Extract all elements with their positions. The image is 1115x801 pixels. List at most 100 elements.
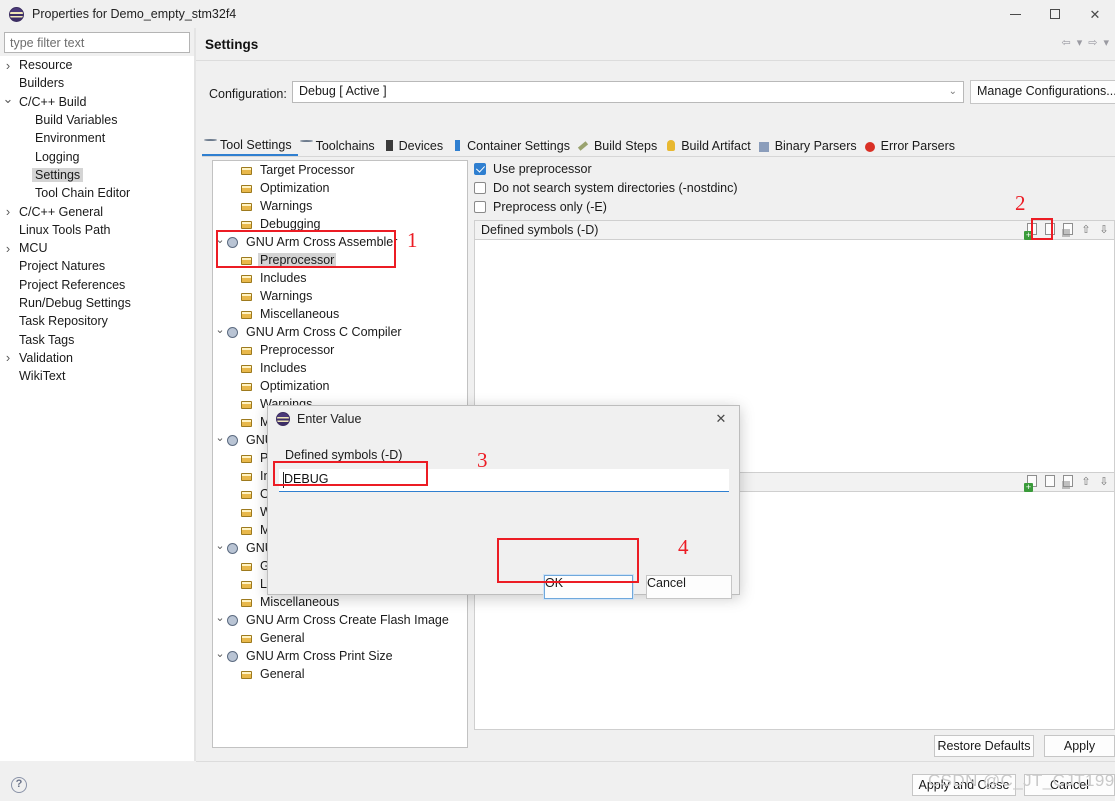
chevron-down-icon[interactable] <box>213 434 227 447</box>
tab-build-artifact[interactable]: Build Artifact <box>663 136 756 156</box>
tool-tree-item[interactable]: GNU Arm Cross Print Size <box>213 647 467 665</box>
chevron-down-icon[interactable] <box>0 94 16 110</box>
sidebar-item-c-c-general[interactable]: C/C++ General <box>0 202 194 220</box>
tool-tree-item[interactable]: Optimization <box>213 377 467 395</box>
sidebar-item-linux-tools-path[interactable]: Linux Tools Path <box>0 221 194 239</box>
checkbox-icon[interactable] <box>474 163 486 175</box>
symbol-list-toolbar: ⇧⇩ <box>1024 475 1111 492</box>
tool-icon <box>227 326 241 339</box>
sidebar-item-c-c-build[interactable]: C/C++ Build <box>0 93 194 111</box>
folder-icon <box>241 182 255 195</box>
chevron-right-icon[interactable] <box>0 241 16 256</box>
sidebar-item-builders[interactable]: Builders <box>0 74 194 92</box>
chevron-right-icon[interactable] <box>0 58 16 73</box>
tool-tree-item[interactable]: Miscellaneous <box>213 305 467 323</box>
add-icon[interactable] <box>1024 475 1039 492</box>
sidebar-item-environment[interactable]: Environment <box>0 129 194 147</box>
sidebar-item-resource[interactable]: Resource <box>0 56 194 74</box>
forward-icon[interactable]: ⇨ <box>1088 36 1097 49</box>
chevron-down-icon[interactable] <box>213 650 227 663</box>
sidebar-item-task-repository[interactable]: Task Repository <box>0 312 194 330</box>
filter-input[interactable]: type filter text <box>4 32 190 53</box>
tool-tree-label: General <box>260 667 305 681</box>
back-menu-icon[interactable]: ▾ <box>1077 36 1083 49</box>
edit-icon[interactable] <box>1043 475 1057 489</box>
delete-icon[interactable] <box>1061 475 1075 489</box>
close-button[interactable]: ✕ <box>1075 0 1115 28</box>
sidebar-item-project-natures[interactable]: Project Natures <box>0 257 194 275</box>
configuration-select[interactable]: Debug [ Active ] ⌄ <box>292 81 964 103</box>
forward-menu-icon[interactable]: ▾ <box>1103 36 1109 49</box>
sidebar-item-wikitext[interactable]: WikiText <box>0 367 194 385</box>
back-icon[interactable]: ⇦ <box>1062 36 1071 49</box>
sidebar-item-label: WikiText <box>19 369 66 384</box>
tool-settings-tabs[interactable]: Tool Settings Toolchains Devices Container … <box>202 134 1115 156</box>
tool-tree-item[interactable]: Miscellaneous <box>213 593 467 611</box>
sidebar-item-label: Run/Debug Settings <box>19 296 131 310</box>
tab-container-settings[interactable]: Container Settings <box>449 136 576 156</box>
sidebar-item-settings[interactable]: Settings <box>0 166 194 184</box>
sidebar-item-label: Project References <box>19 277 126 292</box>
sidebar-item-tool-chain-editor[interactable]: Tool Chain Editor <box>0 184 194 202</box>
tool-tree-item[interactable]: GNU Arm Cross Create Flash Image <box>213 611 467 629</box>
window-title-bar: Properties for Demo_empty_stm32f4 ✕ <box>0 0 1115 28</box>
tab-tool-settings[interactable]: Tool Settings <box>202 136 298 156</box>
minimize-button[interactable] <box>995 0 1035 28</box>
tab-error-parsers[interactable]: Error Parsers <box>863 136 961 156</box>
properties-category-tree[interactable]: Resource Builders C/C++ Build Build Variabl… <box>0 56 194 761</box>
chevron-down-icon[interactable] <box>213 614 227 627</box>
sidebar-item-mcu[interactable]: MCU <box>0 239 194 257</box>
tab-build-steps[interactable]: Build Steps <box>576 136 663 156</box>
checkbox-icon[interactable] <box>474 182 486 194</box>
cancel-button[interactable]: Cancel <box>1024 774 1115 796</box>
apply-and-close-button[interactable]: Apply and Close <box>912 774 1016 796</box>
tool-tree-item[interactable]: Includes <box>213 269 467 287</box>
chevron-right-icon[interactable] <box>0 350 16 365</box>
sidebar-item-run-debug-settings[interactable]: Run/Debug Settings <box>0 294 194 312</box>
tab-label: Error Parsers <box>880 139 955 153</box>
tool-tree-item[interactable]: General <box>213 629 467 647</box>
help-icon[interactable]: ? <box>11 777 27 793</box>
maximize-button[interactable] <box>1035 0 1075 28</box>
tool-tree-label: Debugging <box>260 217 321 231</box>
sidebar-item-task-tags[interactable]: Task Tags <box>0 330 194 348</box>
folder-icon <box>241 560 255 573</box>
tool-tree-label: GNU Arm Cross Print Size <box>246 649 393 663</box>
chevron-down-icon[interactable] <box>213 326 227 339</box>
dialog-cancel-button[interactable]: Cancel <box>646 575 732 599</box>
tool-tree-item[interactable]: Warnings <box>213 197 467 215</box>
tool-tree-item[interactable]: GNU Arm Cross C Compiler <box>213 323 467 341</box>
sidebar-item-project-references[interactable]: Project References <box>0 276 194 294</box>
checkbox-row[interactable]: Use preprocessor <box>474 160 1115 178</box>
tool-tree-item[interactable]: Optimization <box>213 179 467 197</box>
sidebar-item-validation[interactable]: Validation <box>0 349 194 367</box>
checkbox-icon[interactable] <box>474 201 486 213</box>
tool-tree-item[interactable]: Preprocessor <box>213 341 467 359</box>
apply-button[interactable]: Apply <box>1044 735 1115 757</box>
manage-configurations-button[interactable]: Manage Configurations... <box>970 80 1115 104</box>
move-down-icon[interactable]: ⇩ <box>1097 223 1111 237</box>
delete-icon[interactable] <box>1061 223 1075 237</box>
tool-tree-item[interactable]: Warnings <box>213 287 467 305</box>
tool-tree-item[interactable]: Target Processor <box>213 161 467 179</box>
tab-toolchains[interactable]: Toolchains <box>298 136 381 156</box>
tool-tree-item[interactable]: General <box>213 665 467 683</box>
sidebar-item-build-variables[interactable]: Build Variables <box>0 111 194 129</box>
tool-tree-label: Includes <box>260 271 307 285</box>
tab-binary-parsers[interactable]: Binary Parsers <box>757 136 863 156</box>
sidebar-item-label: Logging <box>35 149 80 164</box>
dialog-close-icon[interactable]: ✕ <box>703 406 739 431</box>
tab-devices[interactable]: Devices <box>381 136 449 156</box>
move-up-icon[interactable]: ⇧ <box>1079 475 1093 489</box>
annotation-box-4 <box>497 538 639 583</box>
move-up-icon[interactable]: ⇧ <box>1079 223 1093 237</box>
sidebar-item-logging[interactable]: Logging <box>0 147 194 165</box>
chevron-down-icon[interactable] <box>213 542 227 555</box>
restore-defaults-button[interactable]: Restore Defaults <box>934 735 1034 757</box>
sidebar-item-label: MCU <box>19 241 48 256</box>
tool-tree-item[interactable]: Includes <box>213 359 467 377</box>
move-down-icon[interactable]: ⇩ <box>1097 475 1111 489</box>
chevron-right-icon[interactable] <box>0 204 16 219</box>
binary-icon <box>758 140 772 153</box>
window-title: Properties for Demo_empty_stm32f4 <box>32 7 237 21</box>
